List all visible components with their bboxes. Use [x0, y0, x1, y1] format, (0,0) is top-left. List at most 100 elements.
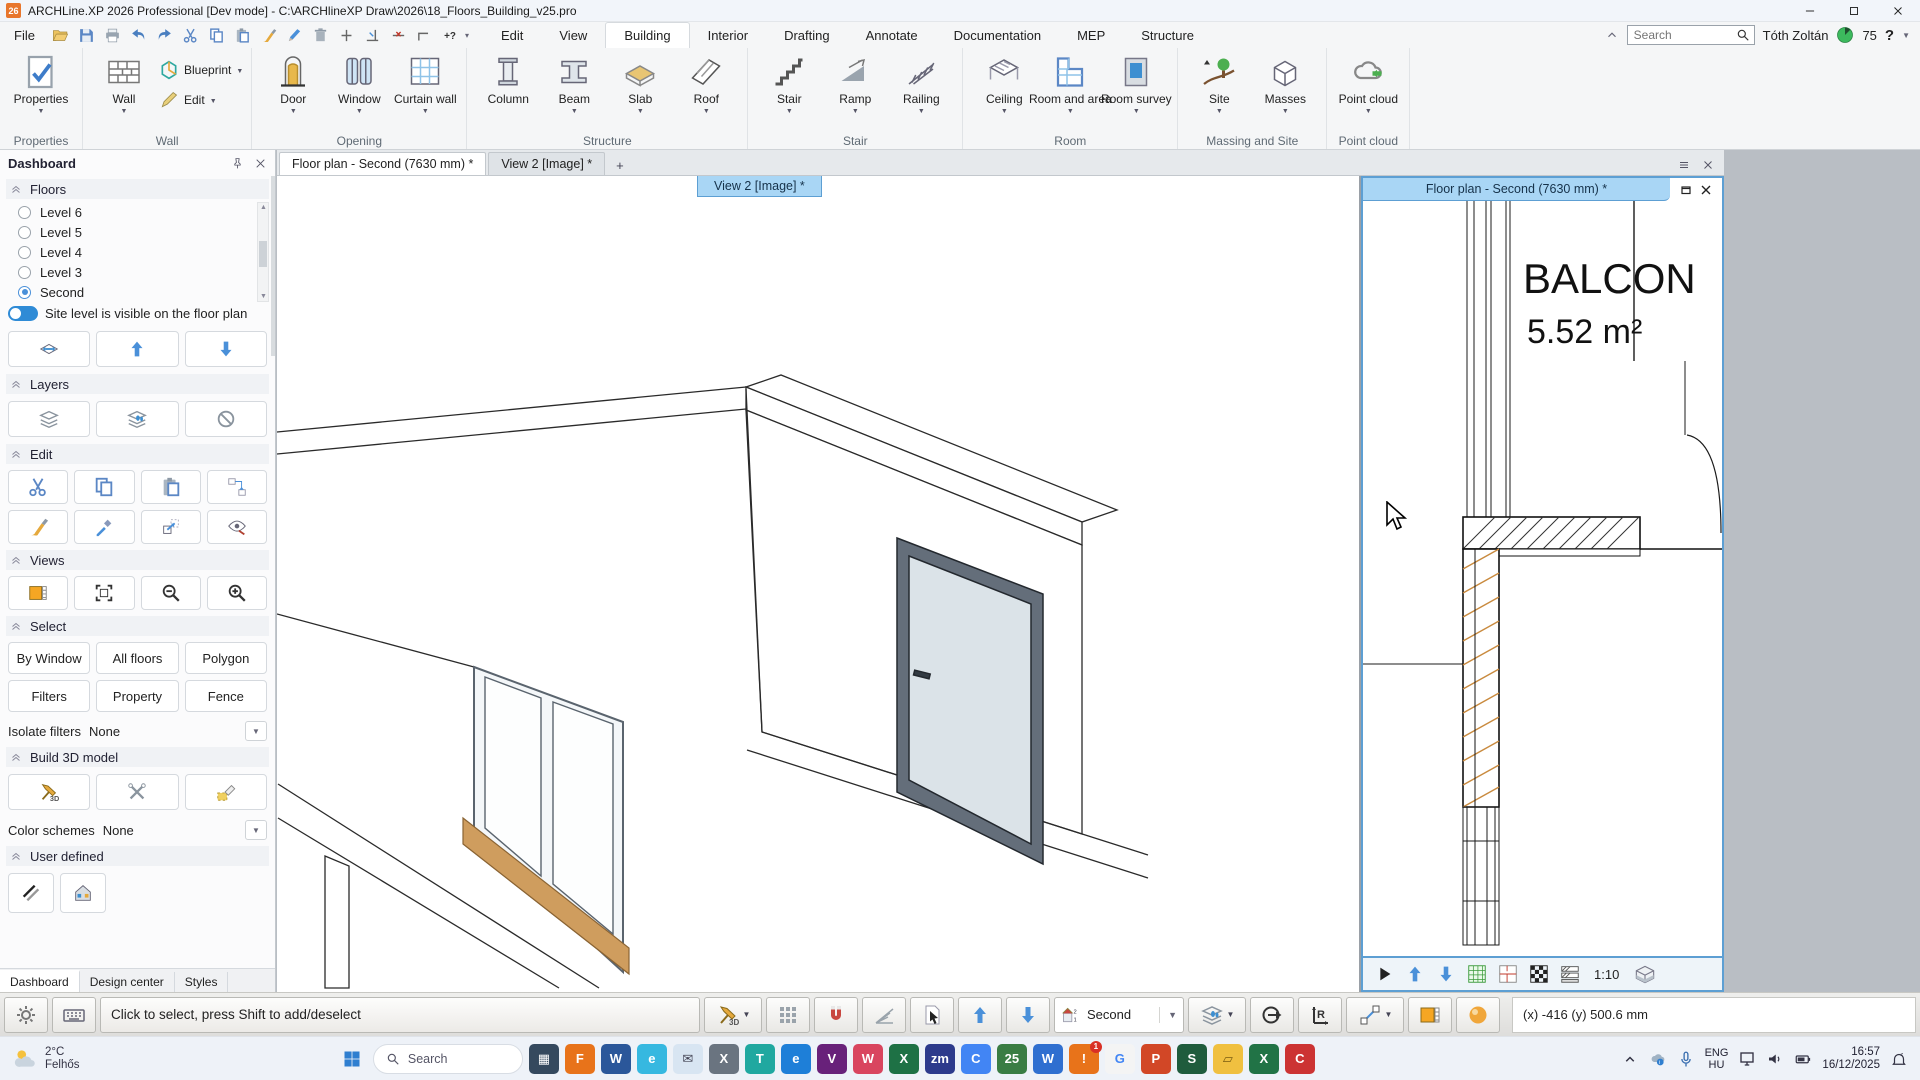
panel-tab-dashboard[interactable]: Dashboard	[0, 970, 80, 992]
panel-tab-styles[interactable]: Styles	[175, 972, 229, 992]
taskbar-app-zoom[interactable]: zm	[925, 1044, 955, 1074]
floor-level-option[interactable]: Level 3	[18, 262, 269, 282]
weather-widget[interactable]: 2°CFelhős	[0, 1046, 190, 1072]
build-partial-button[interactable]	[185, 774, 267, 810]
arrow-down-blue-button[interactable]	[1006, 997, 1050, 1033]
section-header-floors[interactable]: Floors	[6, 179, 269, 199]
ribbon-button-blueprint[interactable]: Blueprint▼	[159, 60, 243, 80]
snap-delete-button[interactable]	[387, 24, 411, 46]
taskbar-app-clion[interactable]: C	[1285, 1044, 1315, 1074]
layer-walk-button[interactable]: ▼	[1188, 997, 1246, 1033]
microphone-icon[interactable]	[1677, 1050, 1695, 1068]
close-button[interactable]	[1876, 0, 1920, 21]
onedrive-icon[interactable]: i	[1649, 1050, 1667, 1068]
ribbon-button-window[interactable]: Window▼	[326, 52, 392, 115]
ribbon-button-room-survey[interactable]: Room survey▼	[1103, 52, 1169, 115]
3d-view-canvas[interactable]: View 2 [Image] *	[277, 176, 1361, 992]
file-menu[interactable]: File	[0, 28, 49, 43]
snap-corner-button[interactable]	[413, 24, 437, 46]
hatch-lines-button[interactable]	[8, 873, 54, 913]
cut-button[interactable]	[179, 24, 203, 46]
ribbon-button-room-and-area[interactable]: Room and area▼	[1037, 52, 1103, 115]
layer-off-button[interactable]	[185, 401, 267, 437]
ribbon-button-ceiling[interactable]: Ceiling▼	[971, 52, 1037, 115]
view2-caption-tab[interactable]: View 2 [Image] *	[697, 176, 822, 197]
layer-walk-button[interactable]	[96, 401, 178, 437]
help-caret-icon[interactable]: ▼	[1902, 31, 1910, 40]
taskbar-app-alerts[interactable]: !1	[1069, 1044, 1099, 1074]
section-header-user-defined[interactable]: User defined	[6, 846, 269, 866]
active-floor-select[interactable]: 21Second▼	[1054, 997, 1184, 1033]
ribbon-button-curtain-wall[interactable]: Curtain wall▼	[392, 52, 458, 115]
plus-question-button[interactable]: +?	[439, 24, 463, 46]
render-ball-button[interactable]	[1456, 997, 1500, 1033]
language-switcher[interactable]: ENGHU	[1705, 1047, 1729, 1071]
keyboard-button[interactable]	[52, 997, 96, 1033]
ribbon-button-edit[interactable]: Edit▼	[159, 90, 243, 110]
taskbar-search[interactable]: Search	[373, 1044, 523, 1074]
site-level-toggle[interactable]	[8, 306, 38, 321]
brush-button[interactable]	[257, 24, 281, 46]
menu-tab-mep[interactable]: MEP	[1059, 22, 1123, 48]
copy-button[interactable]	[74, 470, 134, 504]
menu-tab-view[interactable]: View	[541, 22, 605, 48]
battery-icon[interactable]	[1794, 1050, 1812, 1068]
maximize-button[interactable]	[1832, 0, 1876, 21]
undo-button[interactable]	[127, 24, 151, 46]
taskbar-app-google[interactable]: G	[1105, 1044, 1135, 1074]
cut-button[interactable]	[8, 470, 68, 504]
speaker-icon[interactable]	[1766, 1050, 1784, 1068]
minimize-button[interactable]	[1788, 0, 1832, 21]
plan-mini-button[interactable]	[1497, 963, 1519, 985]
help-button[interactable]: ?	[1885, 27, 1894, 44]
menu-tab-interior[interactable]: Interior	[690, 22, 766, 48]
layers-hatch-button[interactable]	[1559, 963, 1581, 985]
section-header-layers[interactable]: Layers	[6, 374, 269, 394]
ribbon-button-railing[interactable]: Railing▼	[888, 52, 954, 115]
angle-snap-button[interactable]	[862, 997, 906, 1033]
display-icon[interactable]	[1738, 1050, 1756, 1068]
floor-level-option[interactable]: Level 4	[18, 242, 269, 262]
color-schemes-dropdown[interactable]: ▼	[245, 820, 267, 840]
taskbar-app-wallet[interactable]: W	[853, 1044, 883, 1074]
taskbar-app-excel[interactable]: X	[889, 1044, 919, 1074]
close-window-icon[interactable]	[1700, 184, 1712, 196]
restore-window-icon[interactable]	[1680, 184, 1692, 196]
floor-level-option[interactable]: Level 5	[18, 222, 269, 242]
document-tab[interactable]: View 2 [Image] *	[488, 152, 605, 175]
ribbon-button-beam[interactable]: Beam▼	[541, 52, 607, 115]
ribbon-button-roof[interactable]: Roof▼	[673, 52, 739, 115]
menu-tab-annotate[interactable]: Annotate	[848, 22, 936, 48]
floors-scrollbar[interactable]: ▲▼	[257, 202, 269, 302]
taskbar-app-edge-round[interactable]: e	[637, 1044, 667, 1074]
section-header-views[interactable]: Views	[6, 550, 269, 570]
paste-button[interactable]	[231, 24, 255, 46]
tray-chevron-icon[interactable]	[1621, 1050, 1639, 1068]
pen-button[interactable]	[283, 24, 307, 46]
arrow-up-blue-button[interactable]	[1404, 963, 1426, 985]
ribbon-button-column[interactable]: Column	[475, 52, 541, 106]
new-tab-button[interactable]: +	[607, 156, 633, 175]
open-folder-button[interactable]	[49, 24, 73, 46]
tools-crossed-button[interactable]	[96, 774, 178, 810]
grid-green-button[interactable]	[1466, 963, 1488, 985]
zoom-out-button[interactable]	[141, 576, 201, 610]
magnet-button[interactable]	[814, 997, 858, 1033]
clock[interactable]: 16:5716/12/2025	[1822, 1046, 1880, 1072]
ribbon-button-point-cloud[interactable]: Point cloud▼	[1335, 52, 1401, 115]
taskbar-app-firefox[interactable]: F	[565, 1044, 595, 1074]
user-name[interactable]: Tóth Zoltán	[1763, 28, 1829, 43]
menu-tab-documentation[interactable]: Documentation	[936, 22, 1059, 48]
taskbar-app-wps[interactable]: W	[1033, 1044, 1063, 1074]
taskbar-app-teams[interactable]: T	[745, 1044, 775, 1074]
ribbon-button-stair[interactable]: Stair▼	[756, 52, 822, 115]
search-input[interactable]	[1632, 27, 1732, 43]
arrow-up-blue-button[interactable]	[958, 997, 1002, 1033]
build-3d-button[interactable]: 3D▼	[704, 997, 762, 1033]
redo-button[interactable]	[153, 24, 177, 46]
taskbar-app-project25[interactable]: 25	[997, 1044, 1027, 1074]
floorplan-window[interactable]: Floor plan - Second (7630 mm) * BALCON	[1361, 176, 1724, 992]
image-views-button[interactable]	[8, 576, 68, 610]
picker-button[interactable]	[74, 510, 134, 544]
isolate-filters-dropdown[interactable]: ▼	[245, 721, 267, 741]
